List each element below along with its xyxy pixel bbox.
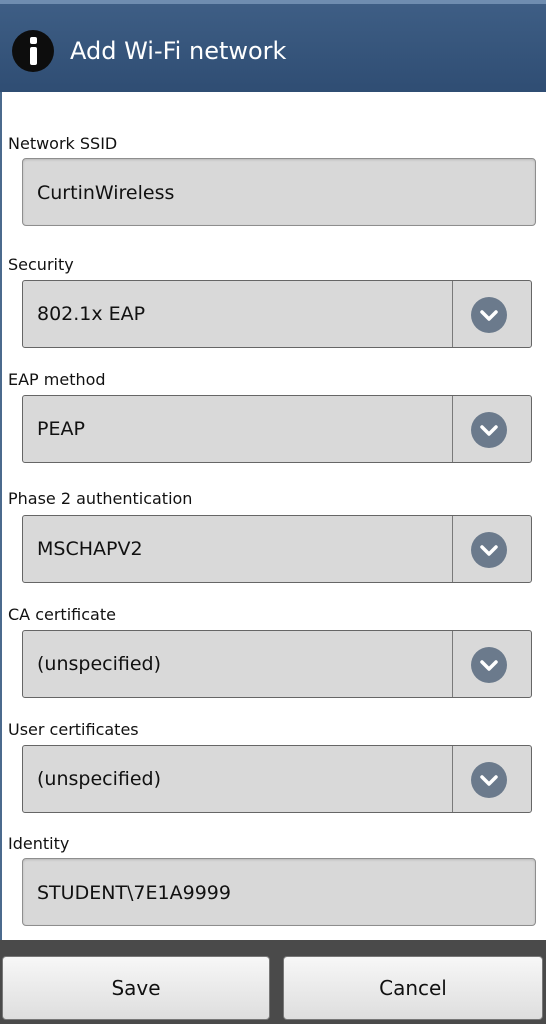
ca-cert-value: (unspecified)	[37, 653, 162, 675]
user-cert-dropdown-button[interactable]	[452, 746, 531, 812]
dialog-header: Add Wi-Fi network	[0, 0, 546, 92]
chevron-down-icon	[471, 297, 507, 333]
info-icon	[12, 30, 54, 72]
ca-cert-select[interactable]: (unspecified)	[22, 630, 532, 698]
ssid-input[interactable]: CurtinWireless	[22, 158, 536, 226]
security-value: 802.1x EAP	[37, 303, 146, 325]
identity-value: STUDENT\7E1A9999	[37, 882, 231, 904]
eap-method-label: EAP method	[8, 370, 106, 389]
user-cert-label: User certificates	[8, 720, 139, 739]
phase2-select[interactable]: MSCHAPV2	[22, 515, 532, 583]
user-cert-value: (unspecified)	[37, 768, 162, 790]
chevron-down-icon	[471, 762, 507, 798]
security-dropdown-button[interactable]	[452, 281, 531, 347]
ca-cert-dropdown-button[interactable]	[452, 631, 531, 697]
user-cert-select[interactable]: (unspecified)	[22, 745, 532, 813]
chevron-down-icon	[471, 647, 507, 683]
ssid-label: Network SSID	[8, 134, 118, 153]
identity-label: Identity	[8, 834, 70, 853]
save-button[interactable]: Save	[2, 956, 270, 1020]
phase2-value: MSCHAPV2	[37, 538, 143, 560]
eap-method-dropdown-button[interactable]	[452, 396, 531, 462]
phase2-dropdown-button[interactable]	[452, 516, 531, 582]
dialog-title: Add Wi-Fi network	[70, 37, 287, 65]
security-select[interactable]: 802.1x EAP	[22, 280, 532, 348]
eap-method-select[interactable]: PEAP	[22, 395, 532, 463]
chevron-down-icon	[471, 412, 507, 448]
ssid-value: CurtinWireless	[37, 182, 175, 204]
chevron-down-icon	[471, 532, 507, 568]
button-bar: Save Cancel	[0, 940, 546, 1024]
identity-input[interactable]: STUDENT\7E1A9999	[22, 858, 536, 926]
cancel-button[interactable]: Cancel	[283, 956, 543, 1020]
security-label: Security	[8, 255, 74, 274]
ca-cert-label: CA certificate	[8, 605, 116, 624]
eap-method-value: PEAP	[37, 418, 85, 440]
phase2-label: Phase 2 authentication	[8, 489, 193, 508]
